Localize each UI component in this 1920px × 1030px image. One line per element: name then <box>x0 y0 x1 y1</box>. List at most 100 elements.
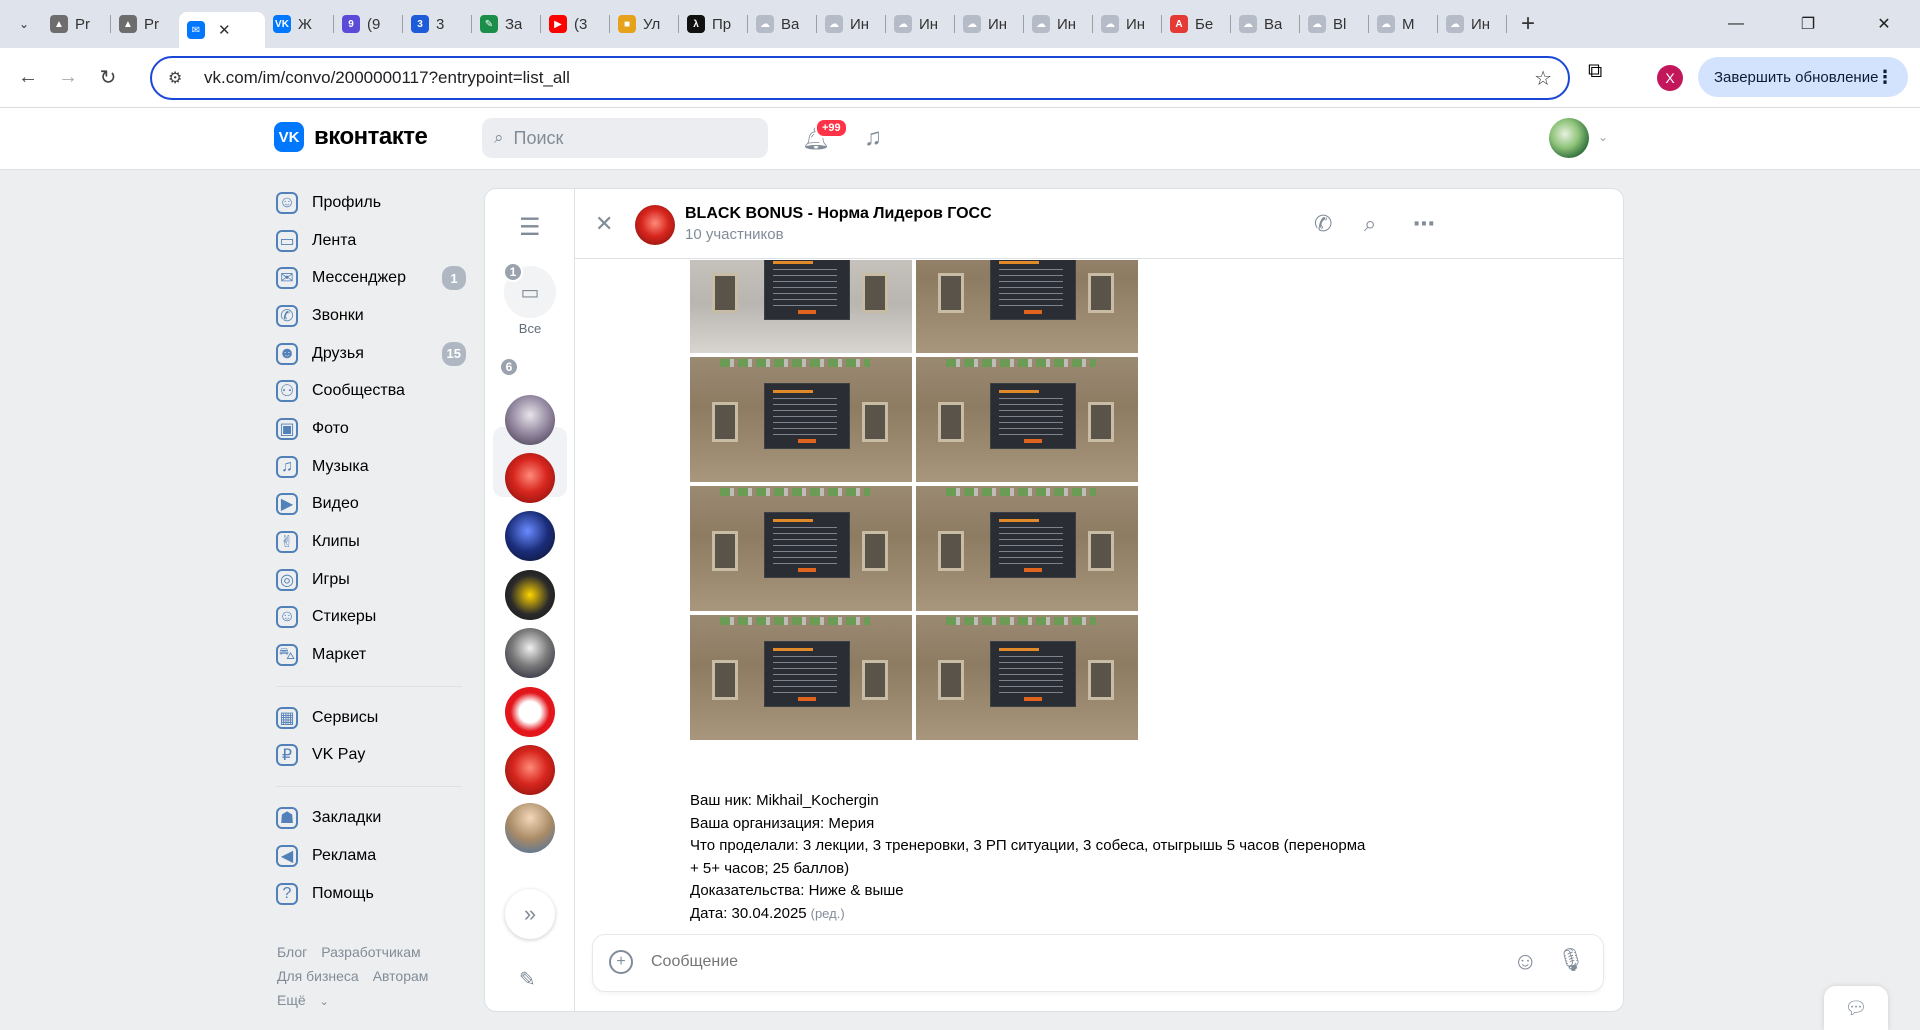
footer-more-chevron-icon[interactable]: ⌄ <box>320 996 329 1008</box>
nav-item-music[interactable]: ♫ Музыка <box>276 448 466 486</box>
footer-authors-link[interactable]: Авторам <box>373 968 429 984</box>
browser-tab[interactable]: ▶ (3 <box>541 6 609 42</box>
message-feed[interactable]: Ваш ник: Mikhail_Kochergin Ваша организац… <box>575 260 1623 940</box>
browser-tab[interactable]: λ Пр <box>679 6 747 42</box>
microphone-icon[interactable]: 🎙︎ <box>1557 947 1585 973</box>
conversation-avatar[interactable] <box>505 570 555 620</box>
nav-item-photo[interactable]: ▣ Фото <box>276 410 466 448</box>
browser-tab[interactable]: ✎ За <box>472 6 540 42</box>
attach-plus-icon[interactable]: + <box>609 950 633 974</box>
nav-item-bookmarks[interactable]: ☗ Закладки <box>276 799 466 837</box>
menu-burger-icon[interactable]: ☰ <box>519 213 541 242</box>
footer-business-link[interactable]: Для бизнеса <box>277 968 359 984</box>
tab-search-chevron-icon[interactable]: ⌄ <box>10 10 38 38</box>
bookmark-star-icon[interactable]: ☆ <box>1534 66 1552 91</box>
photo-thumbnail[interactable] <box>690 260 912 353</box>
nav-item-video[interactable]: ▶ Видео <box>276 486 466 524</box>
nav-item-market[interactable]: ⛍ Маркет <box>276 636 466 674</box>
call-phone-icon[interactable]: ✆ <box>1314 211 1332 237</box>
conversation-rail: ☰ ▭ 1 Все 6 » ✎ <box>485 189 575 1011</box>
message-input[interactable] <box>651 953 1451 971</box>
browser-menu-icon[interactable]: ⋮ <box>1876 67 1894 88</box>
photo-thumbnail[interactable] <box>916 486 1138 611</box>
nav-item-communities[interactable]: ⚇ Сообщества <box>276 372 466 410</box>
browser-tab[interactable]: ☁ Ин <box>817 6 885 42</box>
new-tab-button[interactable]: + <box>1521 10 1535 38</box>
nav-item-clips[interactable]: ✌ Клипы <box>276 523 466 561</box>
browser-tab[interactable]: 9 (9 <box>334 6 402 42</box>
conversation-avatar[interactable] <box>505 745 555 795</box>
search-in-chat-icon[interactable]: ⌕ <box>1364 211 1376 237</box>
browser-tab[interactable]: 33 <box>403 6 471 42</box>
browser-tab[interactable]: ☁ Ин <box>1093 6 1161 42</box>
photo-thumbnail[interactable] <box>690 615 912 740</box>
site-settings-icon[interactable]: ⚙ <box>168 68 190 88</box>
close-dialog-icon[interactable]: ✕ <box>595 211 613 237</box>
user-avatar[interactable] <box>1549 118 1589 158</box>
floating-chat-icon[interactable]: 💬︎ <box>1824 986 1888 1030</box>
new-chat-icon[interactable]: ✎ <box>519 967 536 992</box>
nav-item-vkpay[interactable]: ₽ VK Pay <box>276 737 466 775</box>
browser-tab[interactable]: ☁ Ин <box>1024 6 1092 42</box>
conversation-avatar[interactable] <box>505 453 555 503</box>
emoji-smile-icon[interactable]: ☺ <box>1513 948 1538 976</box>
footer-more-link[interactable]: Ещё <box>277 992 306 1008</box>
conversation-avatar[interactable] <box>505 511 555 561</box>
browser-tab[interactable]: ☁ Ин <box>1438 6 1506 42</box>
browser-tab[interactable]: ☁ Ин <box>886 6 954 42</box>
music-player-icon[interactable]: ♫ <box>864 124 882 152</box>
photo-thumbnail[interactable] <box>916 260 1138 353</box>
nav-item-ads[interactable]: ◀ Реклама <box>276 837 466 875</box>
conversation-avatar[interactable] <box>505 395 555 445</box>
reload-button[interactable]: ↻ <box>88 58 128 98</box>
nav-item-messenger[interactable]: ✉ Мессенджер 1 <box>276 259 466 297</box>
finish-update-button[interactable]: Завершить обновление ⋮ <box>1698 57 1908 97</box>
browser-tab[interactable]: A Бе <box>1162 6 1230 42</box>
nav-item-profile[interactable]: ☺ Профиль <box>276 184 466 222</box>
photo-thumbnail[interactable] <box>690 357 912 482</box>
conversation-avatar[interactable] <box>505 687 555 737</box>
forward-button[interactable]: → <box>48 58 88 98</box>
nav-item-stickers[interactable]: ☺ Стикеры <box>276 599 466 637</box>
browser-tab[interactable]: ■ Ул <box>610 6 678 42</box>
browser-tab[interactable]: VK Ж <box>265 6 333 42</box>
restore-button[interactable]: ❐ <box>1772 0 1844 48</box>
nav-item-friends[interactable]: ☻ Друзья 15 <box>276 335 466 373</box>
minimize-button[interactable]: — <box>1700 0 1772 48</box>
conversation-avatar[interactable] <box>505 803 555 853</box>
back-button[interactable]: ← <box>8 58 48 98</box>
footer-blog-link[interactable]: Блог <box>277 944 307 960</box>
extensions-puzzle-icon[interactable]: ⧉ <box>1588 60 1602 83</box>
browser-profile-avatar[interactable]: X <box>1657 65 1683 91</box>
browser-tab[interactable]: ☁ М <box>1369 6 1437 42</box>
more-options-icon[interactable]: ⋯ <box>1413 211 1435 237</box>
browser-tab[interactable]: ▲ Pr <box>42 6 110 42</box>
photo-thumbnail[interactable] <box>690 486 912 611</box>
chat-participants[interactable]: 10 участников <box>685 226 784 243</box>
chat-avatar[interactable] <box>635 205 675 245</box>
close-window-button[interactable]: ✕ <box>1848 0 1920 48</box>
photo-thumbnail[interactable] <box>916 357 1138 482</box>
browser-tab[interactable]: ☁ Ва <box>1231 6 1299 42</box>
avatar-chevron-down-icon[interactable]: ⌄ <box>1598 130 1608 144</box>
footer-dev-link[interactable]: Разработчикам <box>321 944 420 960</box>
nav-item-services[interactable]: ▦ Сервисы <box>276 699 466 737</box>
nav-item-calls[interactable]: ✆ Звонки <box>276 297 466 335</box>
tab-close-icon[interactable]: ✕ <box>218 21 231 39</box>
browser-tab[interactable]: ▲ Pr <box>111 6 179 42</box>
nav-item-help[interactable]: ? Помощь <box>276 875 466 913</box>
nav-item-label: Друзья <box>312 344 364 362</box>
conversation-avatar[interactable] <box>505 628 555 678</box>
browser-tab[interactable]: ☁ Ва <box>748 6 816 42</box>
address-bar[interactable]: ⚙ vk.com/im/convo/2000000117?entrypoint=… <box>150 56 1570 100</box>
nav-item-games[interactable]: ◎ Игры <box>276 561 466 599</box>
expand-list-icon[interactable]: » <box>505 889 555 939</box>
browser-tab[interactable]: ✉ ✕ <box>179 12 265 48</box>
vk-search-box[interactable]: ⌕ Поиск <box>482 118 768 158</box>
vk-logo[interactable]: VK вконтакте <box>274 122 428 152</box>
browser-tab[interactable]: ☁ Вl <box>1300 6 1368 42</box>
browser-tab[interactable]: ☁ Ин <box>955 6 1023 42</box>
nav-item-feed[interactable]: ▭ Лента <box>276 222 466 260</box>
photo-thumbnail[interactable] <box>916 615 1138 740</box>
chat-title[interactable]: BLACK BONUS - Норма Лидеров ГОСС <box>685 205 992 223</box>
